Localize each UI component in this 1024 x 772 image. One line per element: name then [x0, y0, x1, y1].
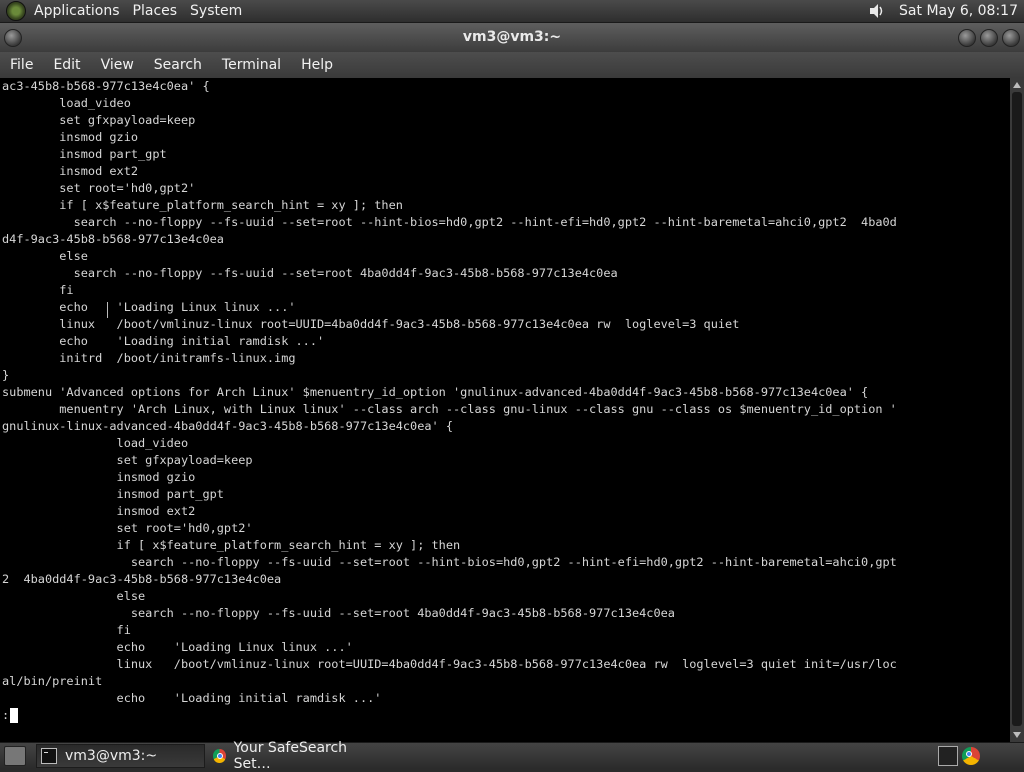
terminal-line: search --no-floppy --fs-uuid --set=root …	[2, 266, 618, 280]
terminal-line: }	[2, 368, 10, 382]
terminal-line: insmod part_gpt	[2, 147, 167, 161]
menu-search[interactable]: Search	[144, 52, 212, 78]
terminal-scrollbar[interactable]	[1010, 78, 1024, 742]
window-menu-button[interactable]	[4, 29, 22, 47]
terminal-line: insmod ext2	[2, 504, 196, 518]
panel-menu-applications[interactable]: Applications	[30, 0, 129, 22]
terminal-line: menuentry 'Arch Linux, with Linux linux'…	[2, 402, 897, 416]
bottom-panel: vm3@vm3:~ Your SafeSearch Set…	[0, 740, 1024, 772]
pager-prompt: :	[2, 708, 10, 722]
terminal-line: submenu 'Advanced options for Arch Linux…	[2, 385, 869, 399]
terminal-line: ac3-45b8-b568-977c13e4c0ea' {	[2, 79, 210, 93]
terminal-line: search --no-floppy --fs-uuid --set=root …	[2, 606, 675, 620]
terminal-line: echo 'Loading initial ramdisk ...'	[2, 691, 382, 705]
scroll-thumb[interactable]	[1012, 92, 1022, 726]
terminal-line: if [ x$feature_platform_search_hint = xy…	[2, 198, 403, 212]
terminal-line: insmod part_gpt	[2, 487, 224, 501]
menu-terminal[interactable]: Terminal	[212, 52, 291, 78]
taskbar-item-label: Your SafeSearch Set…	[233, 740, 348, 772]
panel-menu-system[interactable]: System	[186, 0, 251, 22]
terminal-line: d4f-9ac3-45b8-b568-977c13e4c0ea	[2, 232, 224, 246]
terminal-line: set root='hd0,gpt2'	[2, 521, 253, 535]
window-titlebar[interactable]: vm3@vm3:~	[0, 23, 1024, 52]
taskbar-item-chrome[interactable]: Your SafeSearch Set…	[209, 740, 381, 772]
menu-file[interactable]: File	[0, 52, 43, 78]
terminal-line: set root='hd0,gpt2'	[2, 181, 196, 195]
terminal-line: set gfxpayload=keep	[2, 113, 196, 127]
terminal-line: insmod gzio	[2, 130, 139, 144]
chrome-icon[interactable]	[962, 747, 980, 765]
minimize-button[interactable]	[958, 29, 976, 47]
menu-view[interactable]: View	[91, 52, 144, 78]
distro-logo-icon[interactable]	[6, 1, 26, 21]
terminal-icon	[41, 748, 57, 764]
terminal-line: echo 'Loading Linux linux ...'	[2, 300, 296, 314]
terminal-line: search --no-floppy --fs-uuid --set=root …	[2, 555, 897, 569]
terminal-line: else	[2, 589, 146, 603]
terminal-line: if [ x$feature_platform_search_hint = xy…	[2, 538, 461, 552]
terminal-line: fi	[2, 623, 131, 637]
terminal-line: gnulinux-linux-advanced-4ba0dd4f-9ac3-45…	[2, 419, 454, 433]
ibeam-pointer-icon	[105, 302, 111, 318]
terminal-line: insmod gzio	[2, 470, 196, 484]
terminal-line: linux /boot/vmlinuz-linux root=UUID=4ba0…	[2, 317, 740, 331]
terminal-line: set gfxpayload=keep	[2, 453, 253, 467]
terminal-output[interactable]: ac3-45b8-b568-977c13e4c0ea' { load_video…	[0, 78, 1010, 742]
menu-edit[interactable]: Edit	[43, 52, 90, 78]
terminal-line: echo 'Loading initial ramdisk ...'	[2, 334, 325, 348]
terminal-line: load_video	[2, 436, 189, 450]
workspace-switcher	[934, 746, 980, 766]
text-cursor	[10, 708, 18, 723]
terminal-line: insmod ext2	[2, 164, 139, 178]
terminal-line: initrd /boot/initramfs-linux.img	[2, 351, 296, 365]
menu-help[interactable]: Help	[291, 52, 343, 78]
terminal-line: echo 'Loading Linux linux ...'	[2, 640, 353, 654]
taskbar-item-label: vm3@vm3:~	[65, 748, 158, 764]
terminal-line: fi	[2, 283, 74, 297]
window-title: vm3@vm3:~	[462, 29, 562, 45]
close-button[interactable]	[1002, 29, 1020, 47]
chrome-icon	[213, 749, 226, 763]
top-panel: Applications Places System Sat May 6, 08…	[0, 0, 1024, 23]
terminal-line: search --no-floppy --fs-uuid --set=root …	[2, 215, 897, 229]
terminal-line: 2 4ba0dd4f-9ac3-45b8-b568-977c13e4c0ea	[2, 572, 282, 586]
show-desktop-button[interactable]	[4, 746, 26, 766]
terminal-line: load_video	[2, 96, 131, 110]
menubar: File Edit View Search Terminal Help	[0, 52, 1024, 78]
panel-menu-places[interactable]: Places	[129, 0, 187, 22]
terminal-icon[interactable]	[938, 746, 958, 766]
taskbar-item-terminal[interactable]: vm3@vm3:~	[36, 744, 205, 768]
terminal-line: linux /boot/vmlinuz-linux root=UUID=4ba0…	[2, 657, 897, 671]
volume-icon[interactable]	[867, 1, 887, 21]
scroll-up-arrow-icon[interactable]	[1013, 82, 1021, 88]
scroll-down-arrow-icon[interactable]	[1013, 732, 1021, 738]
terminal-line: else	[2, 249, 88, 263]
clock[interactable]: Sat May 6, 08:17	[899, 3, 1024, 19]
terminal-line: al/bin/preinit	[2, 674, 103, 688]
maximize-button[interactable]	[980, 29, 998, 47]
